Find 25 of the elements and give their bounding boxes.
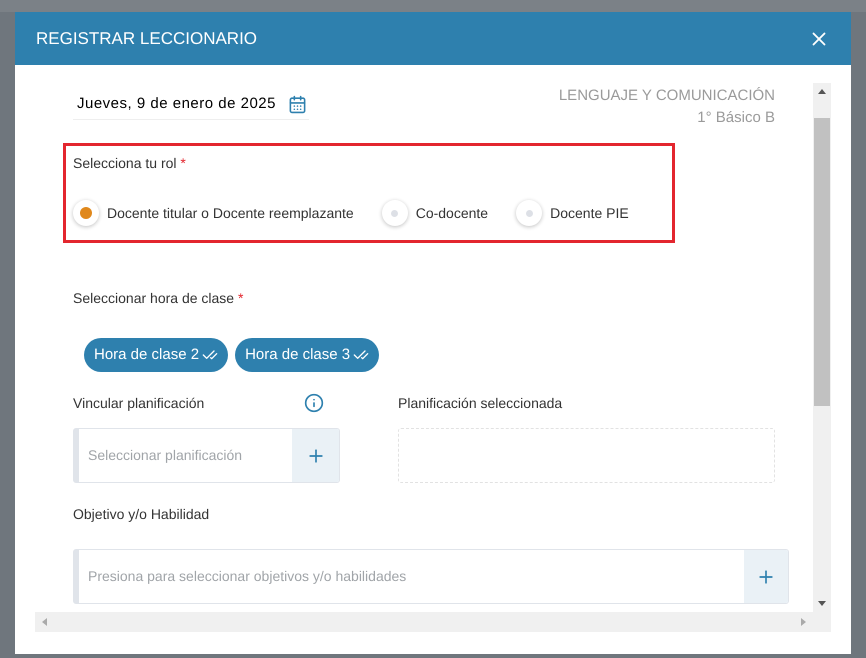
scroll-up-icon: [818, 89, 826, 94]
role-label: Selecciona tu rol *: [73, 155, 186, 171]
horizontal-scrollbar[interactable]: [35, 612, 831, 632]
role-radio[interactable]: Docente titular o Docente reemplazante: [73, 200, 354, 226]
add-button[interactable]: [744, 550, 788, 603]
add-button[interactable]: [292, 429, 339, 482]
selected-planning-label: Planificación seleccionada: [398, 394, 562, 412]
planning-label: Vincular planificación: [73, 394, 204, 413]
vertical-scrollbar[interactable]: [813, 83, 831, 612]
role-radio[interactable]: Co-docente: [382, 200, 488, 226]
calendar-icon: [288, 94, 307, 114]
date-field[interactable]: Jueves, 9 de enero de 2025: [73, 92, 309, 120]
scroll-right-icon: [801, 618, 806, 626]
scroll-left-icon: [42, 618, 47, 626]
info-icon: [304, 393, 324, 413]
class-hour-label: Seleccionar hora de clase *: [73, 290, 244, 306]
role-radio[interactable]: Docente PIE: [516, 200, 629, 226]
objective-label: Objetivo y/o Habilidad: [73, 506, 210, 522]
class-hour-chip[interactable]: Hora de clase 2: [84, 338, 228, 372]
scroll-down-icon: [818, 601, 826, 606]
grade-text: 1° Básico B: [697, 108, 775, 128]
subject-text: LENGUAJE Y COMUNICACIÓN: [558, 86, 775, 106]
modal-title: REGISTRAR LECCIONARIO: [36, 28, 258, 50]
scrollbar-thumb[interactable]: [814, 118, 830, 406]
class-hour-chip[interactable]: Hora de clase 3: [235, 338, 380, 372]
